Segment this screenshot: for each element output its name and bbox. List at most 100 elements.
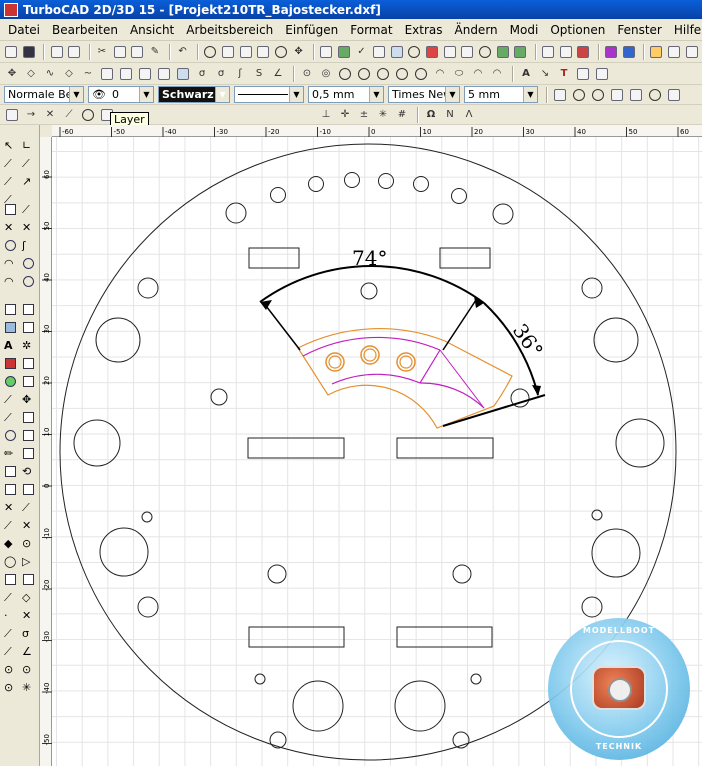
line-width-combo[interactable]: 0,5 mm ▼ — [308, 86, 384, 103]
palette-icon[interactable] — [684, 44, 699, 60]
new-file-icon[interactable] — [4, 44, 19, 60]
rotate-tool-icon[interactable]: ⟲ — [22, 465, 36, 479]
hole-circle[interactable] — [451, 188, 467, 204]
snap-hash-icon[interactable]: # — [394, 107, 410, 123]
dimension-line-74[interactable] — [259, 265, 485, 304]
ellipse-icon[interactable] — [413, 66, 429, 82]
menu-einfuegen[interactable]: Einfügen — [285, 23, 338, 37]
redraw-icon[interactable] — [256, 44, 271, 60]
snap-vertex-icon[interactable] — [389, 44, 404, 60]
color-fill-tool-icon[interactable] — [4, 357, 18, 371]
angle-icon[interactable]: ∠ — [270, 66, 286, 82]
cut-icon[interactable]: ✂ — [95, 44, 110, 60]
array-tool-icon[interactable] — [22, 483, 36, 497]
contact-ring-inner[interactable] — [328, 355, 342, 369]
wave-tool-icon[interactable]: ◇ — [22, 591, 36, 605]
slot-rect[interactable] — [247, 437, 345, 459]
chevron-down-icon[interactable]: ▼ — [215, 87, 229, 102]
offset-icon[interactable]: ʃ — [232, 66, 248, 82]
render-icon[interactable] — [576, 44, 591, 60]
hole-circle[interactable] — [344, 172, 360, 188]
arc-tool-icon[interactable]: ◠ — [4, 257, 18, 271]
circle-two-point-icon[interactable] — [337, 66, 353, 82]
color-combo[interactable]: Schwarz ▼ — [158, 86, 230, 103]
hole-circle[interactable] — [378, 173, 394, 189]
menu-bearbeiten[interactable]: Bearbeiten — [52, 23, 118, 37]
menu-modi[interactable]: Modi — [510, 23, 539, 37]
zoom-window-icon[interactable] — [203, 44, 218, 60]
dimension-extension-line[interactable] — [262, 301, 301, 351]
print-icon[interactable] — [49, 44, 64, 60]
large-hole-circle[interactable] — [593, 317, 639, 363]
line-style-combo[interactable]: ▼ — [234, 86, 304, 103]
slot-rect[interactable] — [396, 437, 494, 459]
scale-tool-icon[interactable] — [4, 465, 18, 479]
text-icon[interactable]: A — [518, 66, 534, 82]
arc-icon[interactable]: ◠ — [432, 66, 448, 82]
hidden-line-icon[interactable] — [590, 87, 606, 103]
mirror-tool-icon[interactable] — [22, 429, 36, 443]
spline-icon[interactable]: ◇ — [61, 66, 77, 82]
large-hole-circle[interactable] — [394, 680, 446, 732]
chevron-down-icon[interactable]: ▼ — [139, 87, 153, 102]
slot-rect[interactable] — [396, 626, 493, 648]
bezier-tool-icon[interactable]: ⟋ — [4, 591, 18, 605]
text-tool-icon[interactable]: A — [4, 339, 18, 353]
snap-line-icon[interactable]: ✕ — [42, 107, 58, 123]
menu-aendern[interactable]: Ändern — [455, 23, 498, 37]
circle-tangent-icon[interactable] — [375, 66, 391, 82]
modify-tool-icon[interactable]: ⟋ — [4, 411, 18, 425]
contact-ring-inner[interactable] — [363, 348, 377, 362]
circle-tool-icon[interactable] — [4, 239, 18, 253]
zoom-extents-icon[interactable] — [238, 44, 253, 60]
twist-tool-icon[interactable]: σ — [22, 627, 36, 641]
ellipse-tool-icon[interactable] — [22, 257, 36, 271]
large-hole-circle[interactable] — [95, 317, 141, 363]
snap-perp-icon[interactable]: ⊥ — [318, 107, 334, 123]
hole-circle[interactable] — [591, 509, 603, 521]
eraser-tool-icon[interactable] — [4, 429, 18, 443]
snap-slope-icon[interactable]: ⟋ — [61, 107, 77, 123]
snap-cross-icon[interactable]: ✛ — [337, 107, 353, 123]
zoom-all-icon[interactable] — [221, 44, 236, 60]
hole-circle[interactable] — [413, 176, 429, 192]
stretch-tool-icon[interactable] — [4, 483, 18, 497]
menu-hilfe[interactable]: Hilfe — [674, 23, 701, 37]
chevron-down-icon[interactable]: ▼ — [69, 87, 83, 102]
menu-ansicht[interactable]: Ansicht — [130, 23, 174, 37]
hole-circle[interactable] — [581, 277, 603, 299]
snap-lambda-icon[interactable]: Λ — [461, 107, 477, 123]
style-combo[interactable]: Normale Be ▼ — [4, 86, 84, 103]
arrow-tool-icon[interactable]: ↗ — [22, 175, 36, 189]
polyline-tool-icon[interactable]: ⟋ — [22, 157, 36, 171]
hole-circle[interactable] — [269, 731, 287, 749]
table-icon[interactable] — [575, 66, 591, 82]
chamfer-tool-icon[interactable]: ◆ — [4, 537, 18, 551]
page-setup-icon[interactable] — [541, 44, 556, 60]
symbol-tool-icon[interactable]: ✲ — [22, 339, 36, 353]
hole-circle[interactable] — [581, 596, 603, 618]
layer-manager-icon[interactable] — [337, 44, 352, 60]
menu-format[interactable]: Format — [350, 23, 392, 37]
chevron-down-icon[interactable]: ▼ — [369, 87, 383, 102]
snap-quadrant-icon[interactable] — [460, 44, 475, 60]
circle-center-point-icon[interactable]: ⊙ — [299, 66, 315, 82]
grid-tool-icon[interactable] — [22, 321, 36, 335]
slot-rect[interactable] — [248, 626, 345, 648]
spline-tool-icon[interactable]: ʃ — [22, 239, 36, 253]
hole-circle[interactable] — [254, 673, 266, 685]
font-combo[interactable]: Times New ▼ — [388, 86, 460, 103]
font-size-combo[interactable]: 5 mm ▼ — [464, 86, 538, 103]
circle-three-point-icon[interactable] — [356, 66, 372, 82]
match-properties-icon[interactable]: ✓ — [354, 44, 369, 60]
coord-tool-icon[interactable]: ⟋ — [4, 645, 18, 659]
link-tool-icon[interactable]: ✕ — [22, 609, 36, 623]
hole-circle[interactable] — [470, 673, 482, 685]
measure-tool-icon[interactable] — [4, 375, 18, 389]
circle-concentric-icon[interactable]: ◎ — [318, 66, 334, 82]
polyline-icon[interactable]: ◇ — [23, 66, 39, 82]
large-hole-circle[interactable] — [292, 680, 344, 732]
cross-tool-icon[interactable]: ✕ — [22, 221, 36, 235]
snap-circle-icon[interactable] — [80, 107, 96, 123]
snap-point-tool-icon[interactable]: · — [4, 609, 18, 623]
